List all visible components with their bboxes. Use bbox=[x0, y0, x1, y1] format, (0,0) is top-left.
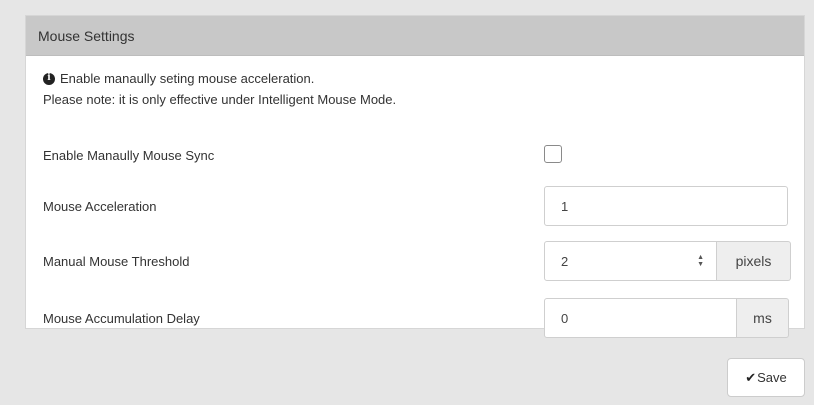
acceleration-input[interactable]: 1 bbox=[544, 186, 788, 226]
check-icon: ✔ bbox=[745, 369, 757, 385]
threshold-unit-addon: pixels bbox=[717, 241, 791, 281]
manual-sync-row: Enable Manaully Mouse Sync bbox=[43, 134, 789, 176]
acceleration-row: Mouse Acceleration 1 bbox=[43, 185, 789, 227]
accumulation-delay-row: Mouse Accumulation Delay 0 ms bbox=[43, 297, 789, 339]
spinner-updown-icon[interactable]: ▲ ▼ bbox=[697, 254, 704, 268]
panel-title: Mouse Settings bbox=[38, 27, 135, 44]
save-label: Save bbox=[757, 370, 787, 385]
manual-sync-label: Enable Manaully Mouse Sync bbox=[43, 147, 215, 163]
note-line-2: Please note: it is only effective under … bbox=[43, 92, 397, 107]
threshold-row: Manual Mouse Threshold 2 ▲ ▼ pixels bbox=[43, 240, 791, 282]
accumulation-delay-input[interactable]: 0 bbox=[544, 298, 737, 338]
note-line-1: Enable manaully seting mouse acceleratio… bbox=[60, 71, 315, 86]
save-button[interactable]: ✔ Save bbox=[727, 358, 805, 397]
accumulation-delay-unit-addon: ms bbox=[737, 298, 789, 338]
manual-sync-checkbox[interactable] bbox=[544, 145, 562, 163]
threshold-input[interactable]: 2 ▲ ▼ bbox=[544, 241, 717, 281]
info-icon: i bbox=[43, 72, 55, 85]
accumulation-delay-value: 0 bbox=[561, 310, 569, 326]
panel-header: Mouse Settings bbox=[26, 16, 804, 56]
threshold-value: 2 bbox=[561, 253, 569, 269]
mouse-settings-panel: Mouse Settings i Enable manaully seting … bbox=[25, 15, 805, 338]
accumulation-delay-unit: ms bbox=[753, 310, 772, 326]
threshold-unit: pixels bbox=[735, 253, 772, 269]
acceleration-value: 1 bbox=[561, 198, 569, 214]
info-note: i Enable manaully seting mouse accelerat… bbox=[43, 68, 396, 110]
